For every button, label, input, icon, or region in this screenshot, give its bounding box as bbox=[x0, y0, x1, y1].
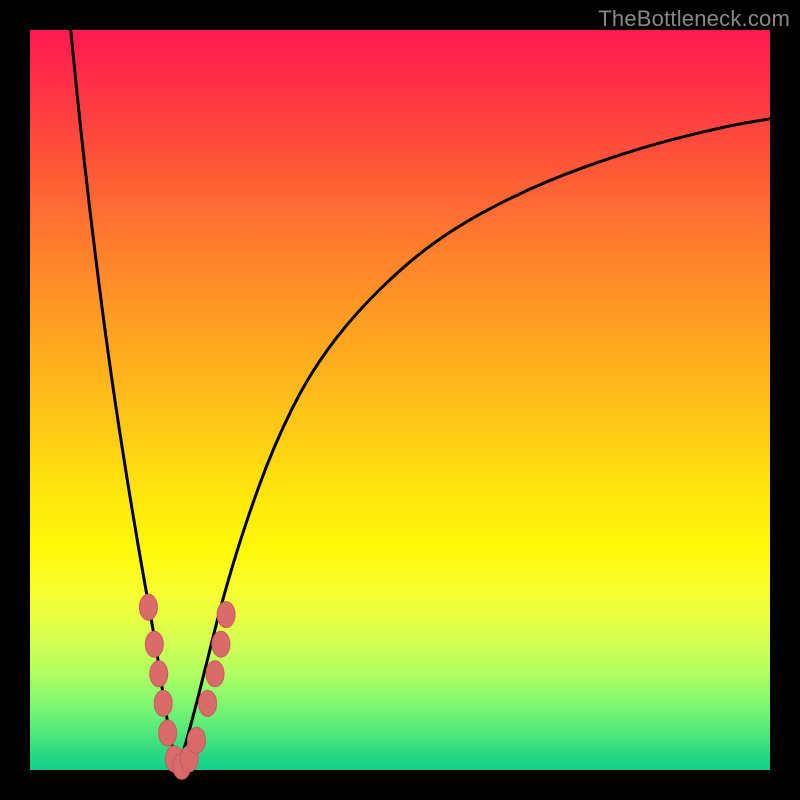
curve-right-branch bbox=[178, 119, 770, 770]
bottleneck-curve-svg bbox=[30, 30, 770, 770]
marker-dot bbox=[188, 727, 206, 753]
chart-frame: TheBottleneck.com bbox=[0, 0, 800, 800]
marker-dot bbox=[154, 690, 172, 716]
marker-dot bbox=[199, 690, 217, 716]
marker-dot bbox=[212, 631, 230, 657]
marker-dot bbox=[159, 720, 177, 746]
plot-area bbox=[30, 30, 770, 770]
marker-dot bbox=[139, 594, 157, 620]
marker-cluster bbox=[139, 594, 235, 779]
marker-dot bbox=[206, 661, 224, 687]
curve-left-branch bbox=[71, 30, 178, 770]
watermark-text: TheBottleneck.com bbox=[598, 6, 790, 32]
marker-dot bbox=[217, 602, 235, 628]
marker-dot bbox=[150, 661, 168, 687]
marker-dot bbox=[145, 631, 163, 657]
